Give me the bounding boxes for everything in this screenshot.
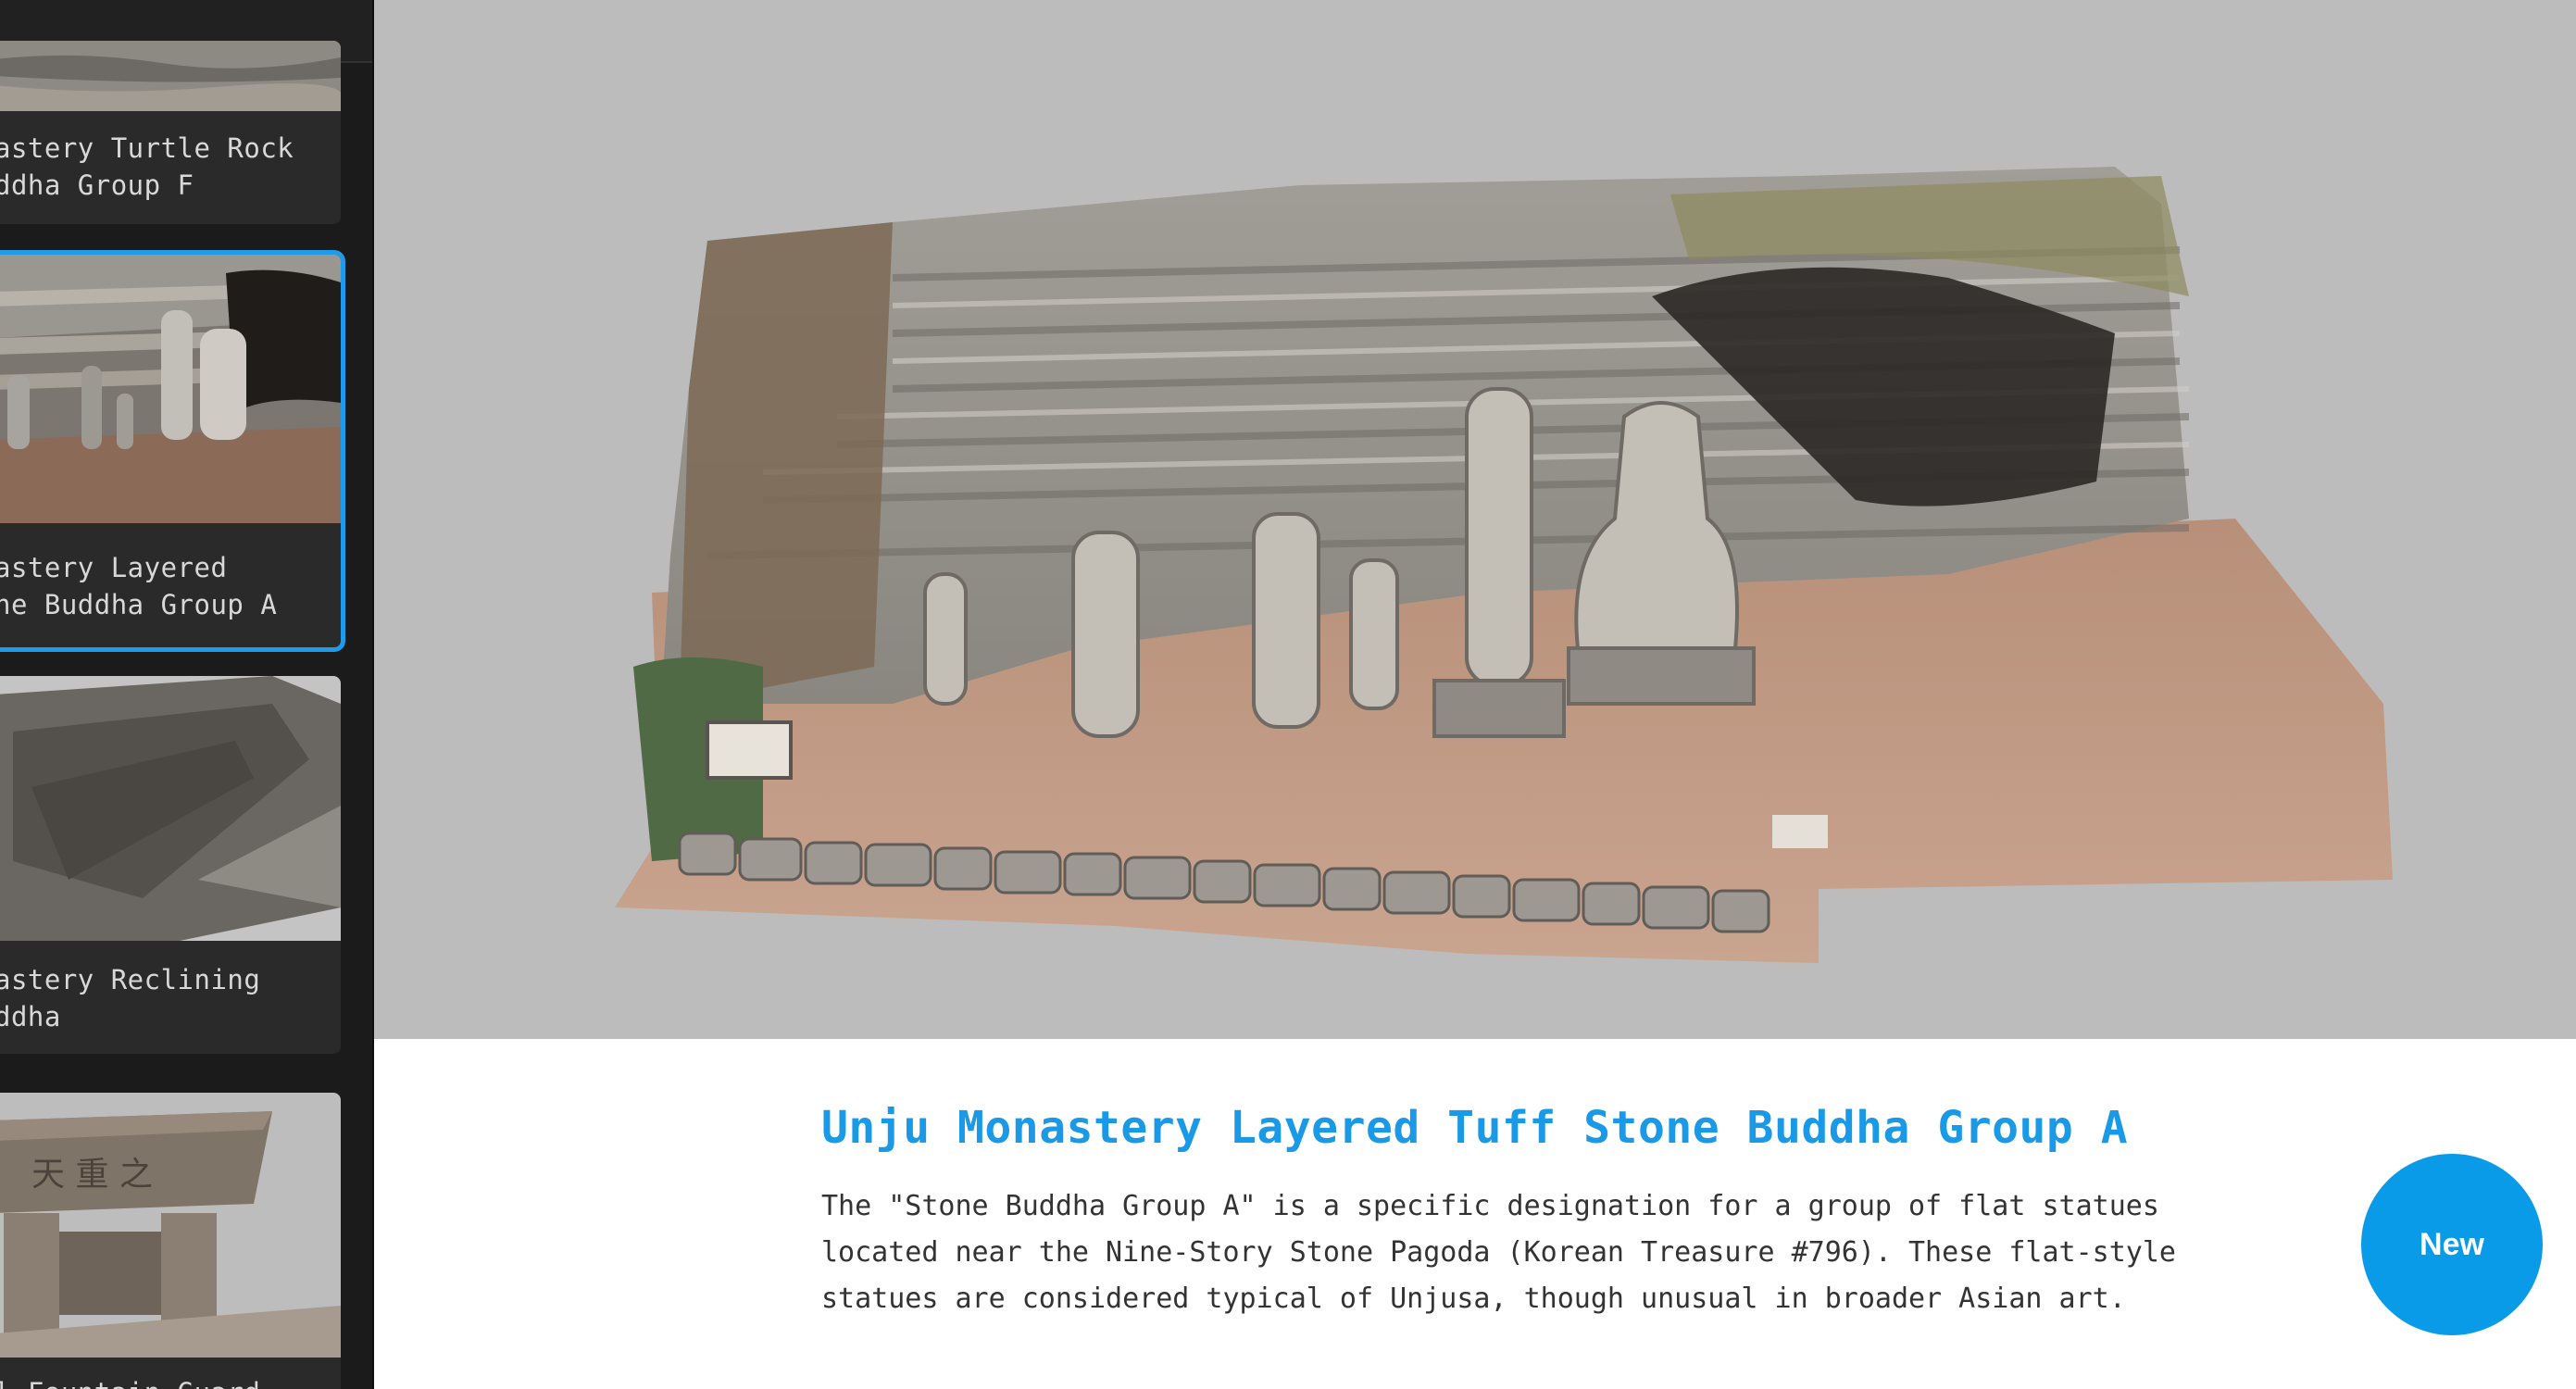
model-card-title: astery Layered ne Buddha Group A (0, 552, 278, 620)
model-card-fountain-guard[interactable]: 天 重 之 l Fountain Guard (0, 1093, 341, 1389)
stone-buddha-model-render (615, 167, 2393, 963)
info-sign (706, 720, 793, 780)
model-card-title: astery Reclining ddha (0, 964, 261, 1032)
model-title: Unju Monastery Layered Tuff Stone Buddha… (821, 1102, 2129, 1154)
model-card-reclining-buddha[interactable]: astery Reclining ddha (0, 676, 341, 1054)
model-info-panel: Unju Monastery Layered Tuff Stone Buddha… (374, 1039, 2576, 1389)
svg-text:天 重 之: 天 重 之 (31, 1156, 153, 1194)
model-card-title: astery Turtle Rock ddha Group F (0, 132, 294, 201)
model-viewer-canvas[interactable] (374, 0, 2576, 1039)
model-thumbnail (0, 676, 341, 941)
model-thumbnail: 天 重 之 (0, 1093, 341, 1358)
model-sidebar[interactable]: astery Turtle Rock ddha Group F astery L… (0, 0, 374, 1389)
new-button[interactable]: New (2361, 1154, 2543, 1335)
model-card-turtle-rock[interactable]: astery Turtle Rock ddha Group F (0, 41, 341, 224)
model-card-layered-tuff[interactable]: astery Layered ne Buddha Group A (0, 250, 345, 652)
model-card-title: l Fountain Guard (0, 1374, 328, 1389)
model-description: The "Stone Buddha Group A" is a specific… (821, 1190, 2176, 1315)
model-thumbnail (0, 41, 341, 111)
model-thumbnail (0, 255, 341, 523)
